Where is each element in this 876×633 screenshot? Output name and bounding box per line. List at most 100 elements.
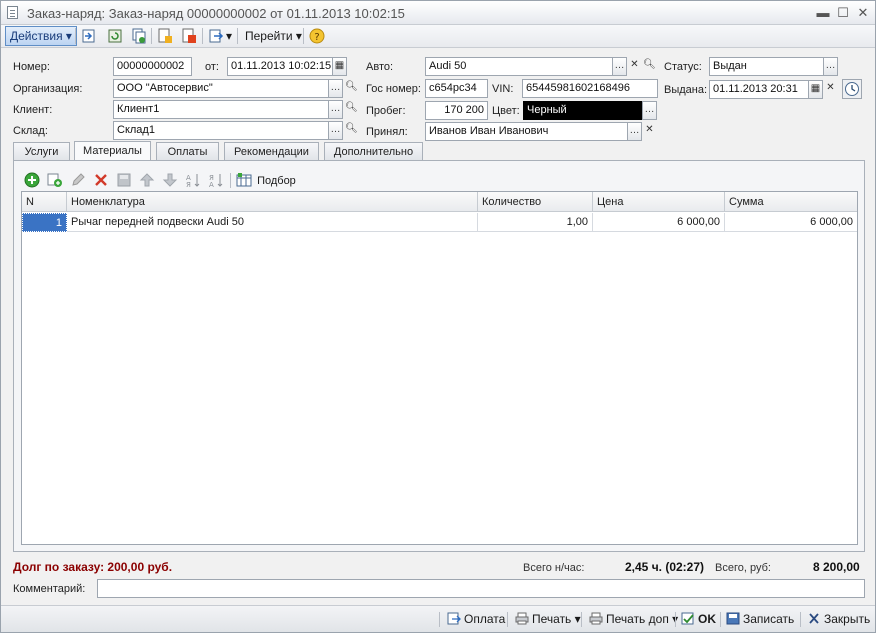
close-icon[interactable]: ✕ bbox=[855, 5, 871, 21]
move-down-icon[interactable] bbox=[162, 172, 178, 188]
comment-label: Комментарий: bbox=[13, 583, 86, 595]
auto-search-icon[interactable]: 🔍︎ bbox=[642, 57, 657, 76]
clock-icon[interactable] bbox=[842, 79, 862, 99]
organization-select-icon[interactable]: … bbox=[328, 79, 343, 98]
fill-icon[interactable] bbox=[157, 28, 173, 44]
auto-clear-icon[interactable]: ✕ bbox=[627, 57, 642, 76]
column-header-quantity[interactable]: Количество bbox=[478, 192, 593, 212]
calendar-icon[interactable]: ▦ bbox=[332, 57, 347, 76]
tab-label: Дополнительно bbox=[333, 146, 414, 158]
add-icon[interactable] bbox=[24, 172, 40, 188]
save-label: Записать bbox=[743, 612, 795, 626]
post-icon[interactable] bbox=[81, 28, 97, 44]
cell-price[interactable]: 6 000,00 bbox=[593, 213, 725, 232]
actions-button[interactable]: Действия ▾ bbox=[5, 26, 77, 46]
color-field[interactable]: Черный bbox=[523, 101, 642, 120]
number-label: Номер: bbox=[13, 61, 50, 73]
print-extra-button[interactable]: Печать доп ▾ bbox=[589, 610, 678, 628]
column-header-n[interactable]: N bbox=[22, 192, 67, 212]
warehouse-select-icon[interactable]: … bbox=[328, 121, 343, 140]
status-field[interactable]: Выдан bbox=[709, 57, 824, 76]
based-on-icon[interactable] bbox=[208, 28, 224, 44]
vin-field[interactable]: 65445981602168496 bbox=[522, 79, 658, 98]
organization-field[interactable]: ООО "Автосервис" bbox=[113, 79, 329, 98]
end-edit-icon[interactable] bbox=[116, 172, 132, 188]
printer-icon bbox=[589, 612, 603, 625]
save-button[interactable]: Записать bbox=[726, 610, 794, 628]
organization-label: Организация: bbox=[13, 83, 83, 95]
issued-field[interactable]: 01.11.2013 20:31 bbox=[709, 80, 809, 99]
status-select-icon[interactable]: … bbox=[823, 57, 838, 76]
plate-field[interactable]: с654рс34 bbox=[425, 79, 488, 98]
load-icon[interactable] bbox=[181, 28, 197, 44]
edit-icon[interactable] bbox=[70, 172, 86, 188]
accepted-field[interactable]: Иванов Иван Иванович bbox=[425, 122, 628, 141]
accepted-select-icon[interactable]: … bbox=[627, 122, 642, 141]
toolbar-separator bbox=[202, 28, 203, 44]
table-row[interactable]: 1 Рычаг передней подвески Audi 50 1,00 6… bbox=[22, 213, 857, 232]
move-up-icon[interactable] bbox=[139, 172, 155, 188]
color-label: Цвет: bbox=[492, 105, 520, 117]
tab-additional[interactable]: Дополнительно bbox=[324, 142, 423, 161]
issued-clear-icon[interactable]: ✕ bbox=[823, 80, 838, 99]
based-on-dropdown-icon[interactable]: ▾ bbox=[226, 28, 232, 44]
auto-field[interactable]: Audi 50 bbox=[425, 57, 613, 76]
client-search-icon[interactable]: 🔍︎ bbox=[344, 100, 359, 119]
cell-quantity[interactable]: 1,00 bbox=[478, 213, 593, 232]
mileage-field[interactable]: 170 200 bbox=[425, 101, 488, 120]
ok-button[interactable]: OK bbox=[681, 610, 716, 628]
actions-label: Действия bbox=[10, 29, 63, 43]
print-label: Печать bbox=[532, 612, 572, 626]
help-icon[interactable]: ? bbox=[309, 28, 325, 44]
issued-calendar-icon[interactable]: ▦ bbox=[808, 80, 823, 99]
bottom-separator bbox=[581, 612, 582, 627]
warehouse-field[interactable]: Склад1 bbox=[113, 121, 329, 140]
materials-table[interactable]: N Номенклатура Количество Цена Сумма 1 Р… bbox=[21, 191, 858, 545]
warehouse-search-icon[interactable]: 🔍︎ bbox=[344, 121, 359, 140]
tab-services[interactable]: Услуги bbox=[13, 142, 70, 161]
cell-n[interactable]: 1 bbox=[22, 213, 67, 232]
date-field[interactable]: 01.11.2013 10:02:15 bbox=[227, 57, 333, 76]
payment-button[interactable]: Оплата bbox=[447, 610, 505, 628]
comment-field[interactable] bbox=[97, 579, 865, 598]
column-header-price[interactable]: Цена bbox=[593, 192, 725, 212]
toolbar-separator bbox=[75, 28, 76, 44]
copy-row-icon[interactable] bbox=[47, 172, 63, 188]
color-select-icon[interactable]: … bbox=[642, 101, 657, 120]
maximize-icon[interactable]: ☐ bbox=[835, 5, 851, 21]
accepted-clear-icon[interactable]: ✕ bbox=[642, 122, 657, 141]
close-button[interactable]: Закрыть bbox=[807, 610, 870, 628]
pick-button[interactable]: Подбор bbox=[236, 172, 296, 188]
menu-icon[interactable]: ▬ bbox=[815, 5, 831, 21]
tab-recommendations[interactable]: Рекомендации bbox=[224, 142, 319, 161]
save-icon bbox=[726, 612, 740, 625]
debt-text: Долг по заказу: 200,00 руб. bbox=[13, 560, 173, 574]
toolbar-separator bbox=[230, 173, 231, 188]
goto-menu[interactable]: Перейти ▾ bbox=[245, 28, 302, 44]
cell-sum[interactable]: 6 000,00 bbox=[725, 213, 857, 232]
column-header-item[interactable]: Номенклатура bbox=[67, 192, 478, 212]
sort-desc-icon[interactable]: ЯA bbox=[208, 172, 224, 188]
print-button[interactable]: Печать ▾ bbox=[515, 610, 581, 628]
window-title: Заказ-наряд: Заказ-наряд 00000000002 от … bbox=[27, 6, 405, 21]
tab-materials[interactable]: Материалы bbox=[74, 141, 151, 161]
ok-icon bbox=[681, 612, 694, 625]
ok-label: OK bbox=[698, 612, 716, 626]
refresh-icon[interactable] bbox=[107, 28, 123, 44]
column-header-sum[interactable]: Сумма bbox=[725, 192, 857, 212]
bottom-bar: Оплата Печать ▾ Печать доп ▾ OK Записать… bbox=[1, 605, 875, 632]
cell-item[interactable]: Рычаг передней подвески Audi 50 bbox=[67, 213, 478, 232]
number-field[interactable]: 00000000002 bbox=[113, 57, 192, 76]
tab-payments[interactable]: Оплаты bbox=[156, 142, 219, 161]
client-field[interactable]: Клиент1 bbox=[113, 100, 329, 119]
bottom-separator bbox=[507, 612, 508, 627]
goto-label: Перейти bbox=[245, 29, 293, 43]
status-label: Статус: bbox=[664, 61, 702, 73]
delete-icon[interactable] bbox=[93, 172, 109, 188]
copy-icon[interactable] bbox=[131, 28, 147, 44]
toolbar-separator bbox=[303, 28, 304, 44]
auto-select-icon[interactable]: … bbox=[612, 57, 627, 76]
sort-asc-icon[interactable]: AЯ bbox=[185, 172, 201, 188]
client-select-icon[interactable]: … bbox=[328, 100, 343, 119]
organization-search-icon[interactable]: 🔍︎ bbox=[344, 79, 359, 98]
